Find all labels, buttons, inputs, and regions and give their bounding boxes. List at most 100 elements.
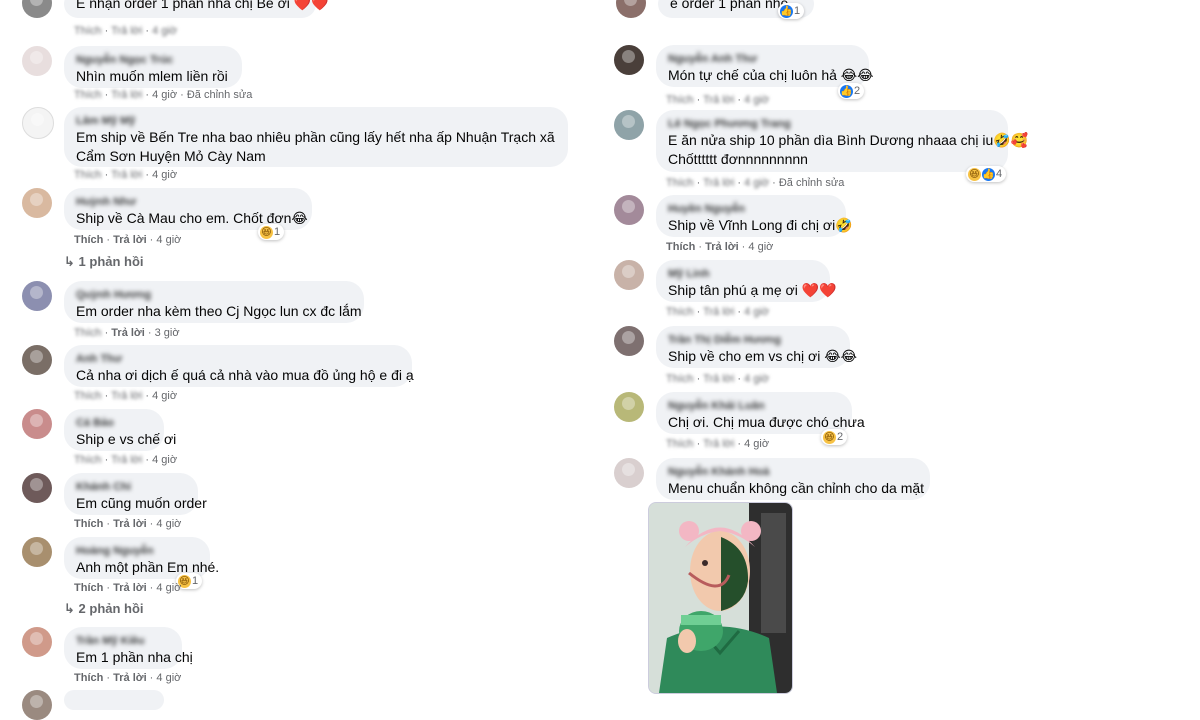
- comment-time[interactable]: 4 giờ: [744, 373, 769, 385]
- like-reaction-icon: 👍: [840, 84, 853, 98]
- comment-time[interactable]: 4 giờ: [744, 438, 769, 450]
- comment-time[interactable]: 4 giờ: [152, 89, 177, 101]
- commenter-name[interactable]: Lê Ngọc Phương Trang: [668, 118, 996, 131]
- like-link[interactable]: Thích: [74, 672, 103, 684]
- comment-time[interactable]: 4 giờ: [748, 241, 773, 253]
- reaction-count[interactable]: 👍 2: [838, 83, 865, 99]
- like-link[interactable]: Thích: [666, 94, 694, 106]
- avatar[interactable]: [614, 195, 644, 225]
- like-link[interactable]: Thích: [666, 438, 694, 450]
- reply-link[interactable]: Trả lời: [113, 672, 147, 684]
- commenter-name[interactable]: Lâm Mỹ Mỹ: [76, 115, 556, 128]
- reply-link[interactable]: Trả lời: [111, 89, 142, 101]
- reaction-count[interactable]: 😆 👍 4: [966, 166, 1007, 182]
- attached-photo[interactable]: [648, 502, 793, 694]
- comment-time[interactable]: 4 giờ: [152, 169, 177, 181]
- reply-link[interactable]: Trả lời: [703, 438, 734, 450]
- reaction-count[interactable]: 😆 2: [821, 429, 848, 445]
- like-link[interactable]: Thích: [666, 177, 694, 189]
- like-link[interactable]: Thích: [74, 89, 102, 101]
- comment-time[interactable]: 4 giờ: [152, 25, 177, 37]
- avatar[interactable]: [614, 45, 644, 75]
- reaction-number: 1: [192, 575, 199, 587]
- like-link[interactable]: Thích: [74, 582, 103, 594]
- avatar[interactable]: [614, 458, 644, 488]
- avatar[interactable]: [614, 260, 644, 290]
- avatar[interactable]: [614, 326, 644, 356]
- commenter-name[interactable]: Huyền Nguyễn: [668, 203, 834, 216]
- comment-bubble: Trần Thị Diễm Hương Ship về cho em vs ch…: [656, 326, 857, 368]
- commenter-name[interactable]: Nguyễn Ngọc Trúc: [76, 54, 230, 67]
- comment-time[interactable]: 3 giờ: [155, 327, 180, 339]
- commenter-name[interactable]: Khánh Chi: [76, 481, 186, 494]
- like-link[interactable]: Thích: [74, 327, 102, 339]
- like-link[interactable]: Thích: [74, 169, 102, 181]
- like-link[interactable]: Thích: [74, 234, 103, 246]
- reply-link[interactable]: Trả lời: [113, 582, 147, 594]
- commenter-name[interactable]: Nguyễn Anh Thư: [668, 53, 857, 66]
- comment-time[interactable]: 4 giờ: [156, 518, 181, 530]
- avatar[interactable]: [22, 690, 52, 720]
- reply-link[interactable]: Trả lời: [113, 234, 147, 246]
- commenter-name[interactable]: Nguyễn Khánh Hoà: [668, 466, 918, 479]
- comment-text: Em order nha kèm theo Cj Ngọc lun cx đc …: [76, 303, 362, 319]
- reply-link[interactable]: Trả lời: [111, 25, 142, 37]
- avatar[interactable]: [614, 392, 644, 422]
- reply-link[interactable]: Trả lời: [113, 518, 147, 530]
- reply-link[interactable]: Trả lời: [111, 169, 142, 181]
- avatar[interactable]: [22, 345, 52, 375]
- avatar[interactable]: [22, 281, 52, 311]
- commenter-name[interactable]: Trần Mỹ Kiều: [76, 635, 170, 648]
- commenter-name[interactable]: Mỹ Linh: [668, 268, 818, 281]
- reaction-count[interactable]: 👍 1: [778, 3, 805, 19]
- avatar[interactable]: [614, 110, 644, 140]
- comment-time[interactable]: 4 giờ: [744, 94, 769, 106]
- commenter-name[interactable]: Cá Bảo: [76, 417, 152, 430]
- reply-link[interactable]: Trả lời: [705, 241, 739, 253]
- avatar[interactable]: [616, 0, 646, 18]
- like-link[interactable]: Thích: [666, 306, 694, 318]
- like-link[interactable]: Thích: [74, 25, 102, 37]
- commenter-name[interactable]: Nguyễn Khải Luân: [668, 400, 840, 413]
- reply-link[interactable]: Trả lời: [703, 94, 734, 106]
- like-link[interactable]: Thích: [74, 390, 102, 402]
- comment-time[interactable]: 4 giờ: [152, 454, 177, 466]
- commenter-name[interactable]: Hoàng Nguyễn: [76, 545, 198, 558]
- comment-bubble: Nguyễn Khải Luân Chị ơi. Chị mua được ch…: [656, 392, 865, 434]
- comment-time[interactable]: 4 giờ: [156, 672, 181, 684]
- avatar[interactable]: [22, 537, 52, 567]
- view-replies-link[interactable]: ↳ 1 phản hồi: [64, 254, 144, 270]
- avatar[interactable]: [22, 0, 52, 18]
- commenter-name[interactable]: Anh Thư: [76, 353, 400, 366]
- comment-time[interactable]: 4 giờ: [156, 234, 181, 246]
- avatar[interactable]: [22, 188, 52, 218]
- like-link[interactable]: Thích: [666, 373, 694, 385]
- reaction-count[interactable]: 😆 1: [258, 224, 285, 240]
- commenter-name[interactable]: Huỳnh Như: [76, 196, 300, 209]
- comment-time[interactable]: 4 giờ: [156, 582, 181, 594]
- avatar[interactable]: [22, 409, 52, 439]
- like-link[interactable]: Thích: [74, 454, 102, 466]
- reply-link[interactable]: Trả lời: [703, 306, 734, 318]
- comment-time[interactable]: 4 giờ: [744, 177, 769, 189]
- reply-link[interactable]: Trả lời: [703, 177, 734, 189]
- comment-bubble: Nguyễn Anh Thư Món tự chế của chị luôn h…: [656, 45, 874, 87]
- avatar[interactable]: [22, 627, 52, 657]
- avatar[interactable]: [22, 107, 54, 139]
- commenter-name[interactable]: Quỳnh Hương: [76, 289, 352, 302]
- comment-text: Món tự chế của chị luôn hả 😂😂: [668, 67, 874, 83]
- like-link[interactable]: Thích: [74, 518, 103, 530]
- like-link[interactable]: Thích: [666, 241, 695, 253]
- avatar[interactable]: [22, 473, 52, 503]
- reply-link[interactable]: Trả lời: [111, 390, 142, 402]
- view-replies-link[interactable]: ↳ 2 phản hồi: [64, 601, 144, 617]
- commenter-name[interactable]: Trần Thị Diễm Hương: [668, 334, 838, 347]
- avatar[interactable]: [22, 46, 52, 76]
- comment-actions: Thích · Trả lời · 4 giờ · Đã chỉnh sửa: [74, 89, 253, 101]
- reply-link[interactable]: Trả lời: [111, 454, 142, 466]
- comment-time[interactable]: 4 giờ: [744, 306, 769, 318]
- reply-link[interactable]: Trả lời: [111, 327, 145, 339]
- comment-time[interactable]: 4 giờ: [152, 390, 177, 402]
- reply-link[interactable]: Trả lời: [703, 373, 734, 385]
- comment-text-line2: Chốtttttt đơnnnnnnnnn: [668, 151, 808, 167]
